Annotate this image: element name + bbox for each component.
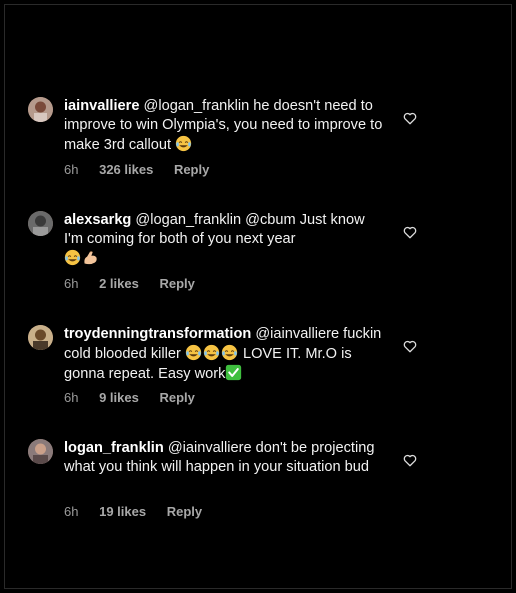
avatar[interactable] — [28, 439, 53, 464]
reply-button[interactable]: Reply — [159, 390, 194, 405]
comment-meta: 6h 19 likes Reply — [64, 504, 219, 519]
heart-outline-icon[interactable] — [403, 454, 417, 467]
reply-button[interactable]: Reply — [167, 504, 202, 519]
comment-username[interactable]: troydenningtransformation — [64, 326, 251, 342]
heart-outline-icon[interactable] — [403, 226, 417, 239]
reply-button[interactable]: Reply — [159, 276, 194, 291]
laughing-tears-emoji — [64, 249, 81, 266]
laughing-tears-emoji — [203, 344, 220, 361]
comment-text: iainvalliere @logan_franklin he doesn't … — [64, 97, 384, 155]
comment-time: 6h — [64, 390, 79, 405]
heart-outline-icon[interactable] — [403, 112, 417, 125]
reply-button[interactable]: Reply — [174, 162, 209, 177]
comment-text: logan_franklin @iainvalliere don't be pr… — [64, 439, 384, 477]
laughing-tears-emoji — [185, 344, 202, 361]
comment-likes[interactable]: 326 likes — [99, 162, 153, 177]
comment-time: 6h — [64, 504, 79, 519]
comment-username[interactable]: iainvalliere — [64, 98, 139, 114]
avatar[interactable] — [28, 211, 53, 236]
comment-meta: 6h 2 likes Reply — [64, 276, 212, 291]
laughing-tears-emoji — [175, 135, 192, 152]
comment-username[interactable]: alexsarkg — [64, 212, 131, 228]
comment-meta: 6h 9 likes Reply — [64, 390, 212, 405]
comment-meta: 6h 326 likes Reply — [64, 162, 226, 177]
comment-text: troydenningtransformation @iainvalliere … — [64, 325, 384, 384]
avatar[interactable] — [28, 97, 53, 122]
comment-text: alexsarkg @logan_franklin @cbum Just kno… — [64, 211, 384, 269]
laughing-tears-emoji — [221, 344, 238, 361]
avatar[interactable] — [28, 325, 53, 350]
comment-likes[interactable]: 9 likes — [99, 390, 139, 405]
flexed-biceps-emoji — [84, 251, 97, 265]
comment-likes[interactable]: 19 likes — [99, 504, 146, 519]
comments-panel — [4, 4, 512, 589]
check-mark-emoji — [226, 364, 242, 381]
comment-username[interactable]: logan_franklin — [64, 440, 164, 456]
comment-time: 6h — [64, 276, 79, 291]
heart-outline-icon[interactable] — [403, 340, 417, 353]
comment-time: 6h — [64, 162, 79, 177]
comment-likes[interactable]: 2 likes — [99, 276, 139, 291]
